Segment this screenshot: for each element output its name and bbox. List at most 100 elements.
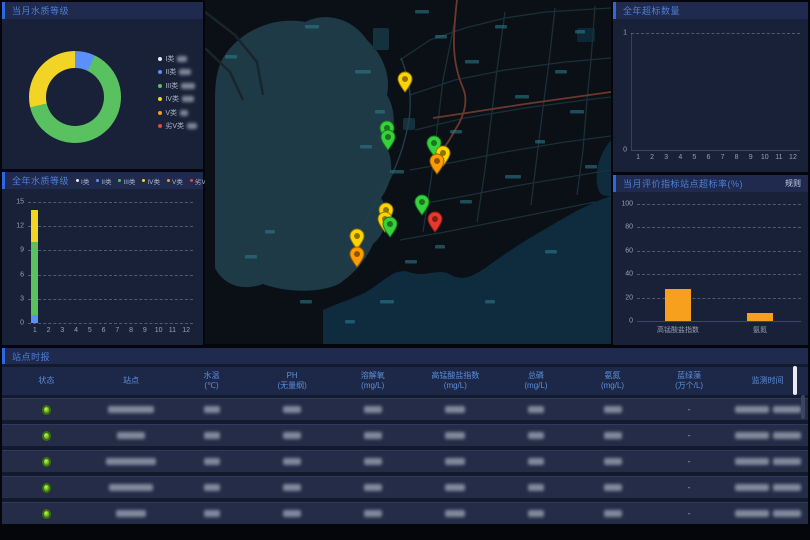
- legend-label: V类: [165, 108, 177, 118]
- panel-month-quality: 当月水质等级 I类II类III类IV类V类劣V类: [2, 2, 203, 169]
- legend-item[interactable]: I类: [76, 176, 89, 186]
- redacted-value: [283, 406, 301, 413]
- pin-center-dot: [431, 140, 437, 146]
- value-cell: [498, 432, 575, 439]
- gridline: [28, 202, 193, 203]
- legend-item[interactable]: II类: [158, 66, 197, 80]
- rate-bar[interactable]: [665, 289, 691, 321]
- algae-dash: -: [688, 483, 691, 492]
- table-column-header: 状态站点水温(℃)PH(无量纲)溶解氧(mg/L)高锰酸盐指数(mg/L)总磷(…: [2, 367, 808, 395]
- map-label-mark: [305, 25, 319, 29]
- redacted-date: [735, 484, 769, 491]
- value-cell: [171, 458, 252, 465]
- bar-segment-II类[interactable]: [31, 315, 38, 323]
- value-cell: [413, 484, 498, 491]
- algae-cell: -: [651, 431, 728, 440]
- status-cell: [2, 431, 91, 441]
- map-label-mark: [435, 35, 447, 39]
- gridline: [28, 299, 193, 300]
- annual-bar-chart[interactable]: 03691215123456789101112: [28, 202, 193, 323]
- value-cell: [171, 406, 252, 413]
- redacted-station: [106, 458, 156, 465]
- redacted-time: [773, 484, 801, 491]
- x-tick-label: 1: [636, 154, 640, 161]
- page-scrollbar-thumb[interactable]: [801, 395, 805, 419]
- map-label-mark: [390, 170, 404, 174]
- legend-dot: [118, 179, 121, 182]
- legend-dot: [167, 179, 170, 182]
- legend-dot: [158, 70, 162, 74]
- y-tick-label: 0: [8, 320, 24, 327]
- legend-label: V类: [172, 176, 183, 186]
- value-cell: [574, 432, 651, 439]
- x-tick-label: 氨氮: [753, 325, 767, 335]
- gridline: [637, 251, 801, 252]
- y-tick-label: 15: [8, 199, 24, 206]
- algae-cell: -: [651, 405, 728, 414]
- legend-item[interactable]: V类: [167, 176, 183, 186]
- map-label-mark: [380, 300, 394, 304]
- redacted-value: [177, 56, 187, 62]
- x-tick-label: 10: [761, 154, 769, 161]
- station-cell: [91, 510, 172, 517]
- redacted-value: [179, 69, 191, 75]
- donut-chart[interactable]: [29, 51, 121, 143]
- redacted-date: [735, 510, 769, 517]
- table-row[interactable]: -: [2, 424, 808, 446]
- map-label-mark: [575, 30, 585, 34]
- column-header-1: 站点: [91, 376, 172, 386]
- x-tick-label: 高锰酸盐指数: [657, 325, 699, 335]
- y-tick-label: 0: [617, 318, 633, 325]
- column-header-2: 水温(℃): [171, 371, 252, 391]
- bar-segment-III类[interactable]: [31, 242, 38, 315]
- map-label-mark: [435, 245, 445, 249]
- y-tick-label: 60: [617, 247, 633, 254]
- legend-item[interactable]: 劣V类: [158, 120, 197, 134]
- rate-bar-chart[interactable]: 020406080100高锰酸盐指数氨氮: [637, 204, 801, 321]
- value-cell: [413, 432, 498, 439]
- exceed-chart[interactable]: 01123456789101112: [631, 33, 800, 150]
- algae-dash: -: [688, 431, 691, 440]
- table-scrollbar-thumb[interactable]: [793, 366, 797, 395]
- redacted-value: [204, 484, 220, 491]
- status-dot-green: [42, 405, 51, 415]
- legend-item[interactable]: III类: [118, 176, 135, 186]
- column-header-7: 氨氮(mg/L): [574, 371, 651, 391]
- rules-link[interactable]: 规则: [785, 178, 801, 189]
- table-row[interactable]: -: [2, 398, 808, 420]
- algae-cell: -: [651, 509, 728, 518]
- table-row[interactable]: -: [2, 450, 808, 472]
- status-cell: [2, 509, 91, 519]
- x-tick-label: 11: [169, 327, 176, 334]
- status-dot-green: [42, 483, 51, 493]
- status-cell: [2, 405, 91, 415]
- map-label-mark: [375, 110, 385, 114]
- x-tick-label: 6: [707, 154, 711, 161]
- legend-dot: [158, 111, 162, 115]
- redacted-value: [182, 96, 194, 102]
- legend-item[interactable]: II类: [96, 176, 111, 186]
- y-tick-label: 6: [8, 271, 24, 278]
- rate-bar[interactable]: [747, 313, 773, 321]
- value-cell: [332, 458, 413, 465]
- legend-dot: [76, 179, 79, 182]
- bar-segment-IV类[interactable]: [31, 210, 38, 242]
- gridline: [637, 204, 801, 205]
- legend-item[interactable]: I类: [158, 52, 197, 66]
- station-cell: [91, 406, 172, 413]
- pin-center-dot: [419, 199, 425, 205]
- map[interactable]: [205, 0, 611, 344]
- legend-item[interactable]: III类: [158, 79, 197, 93]
- pin-center-dot: [385, 134, 391, 140]
- redacted-value: [364, 484, 382, 491]
- legend-item[interactable]: V类: [158, 106, 197, 120]
- legend-item[interactable]: IV类: [142, 176, 160, 186]
- map-label-mark: [515, 95, 529, 99]
- status-cell: [2, 483, 91, 493]
- legend-item[interactable]: IV类: [158, 93, 197, 107]
- table-row[interactable]: -: [2, 502, 808, 524]
- y-tick-label: 100: [617, 201, 633, 208]
- pin-center-dot: [354, 251, 360, 257]
- map-label-mark: [535, 140, 545, 144]
- table-row[interactable]: -: [2, 476, 808, 498]
